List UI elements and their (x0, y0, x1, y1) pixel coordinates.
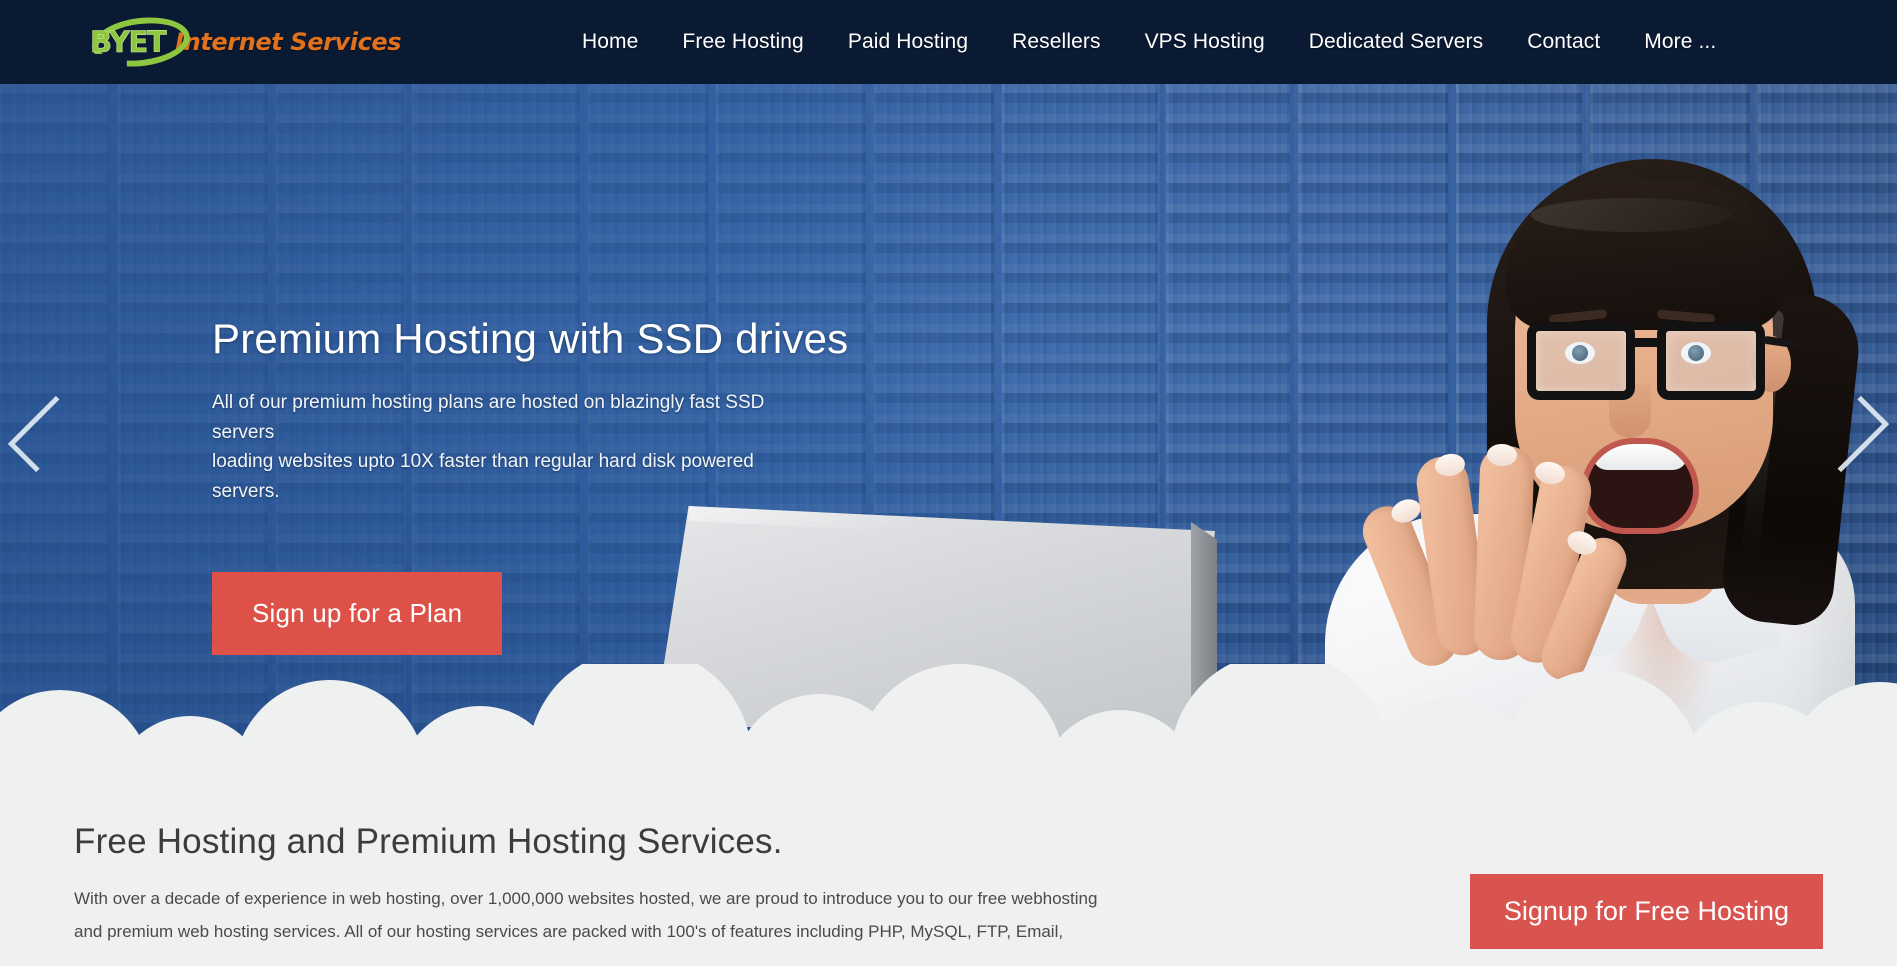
intro-paragraph-line-2: and premium web hosting services. All of… (74, 922, 1064, 942)
site-logo[interactable]: BYET Internet Services (88, 6, 402, 78)
nav-item-paid-hosting[interactable]: Paid Hosting (826, 30, 990, 54)
chevron-left-icon (7, 395, 85, 473)
intro-paragraph-line-1: With over a decade of experience in web … (74, 889, 1098, 908)
glasses-icon (1527, 322, 1798, 406)
byet-logo-icon: BYET (88, 11, 193, 73)
hero-model-photo (1257, 84, 1897, 784)
hero-title: Premium Hosting with SSD drives (212, 315, 849, 362)
nav-item-contact[interactable]: Contact (1505, 30, 1622, 54)
signup-free-hosting-button[interactable]: Signup for Free Hosting (1469, 874, 1823, 949)
nav-item-free-hosting[interactable]: Free Hosting (660, 30, 825, 54)
page-title: Free Hosting and Premium Hosting Service… (74, 822, 783, 861)
nav-item-more[interactable]: More ... (1622, 30, 1738, 54)
nav-item-home[interactable]: Home (560, 30, 660, 54)
nav-item-dedicated-servers[interactable]: Dedicated Servers (1287, 30, 1505, 54)
nav-item-vps-hosting[interactable]: VPS Hosting (1123, 30, 1287, 54)
nav-item-resellers[interactable]: Resellers (990, 30, 1122, 54)
signup-for-plan-button[interactable]: Sign up for a Plan (212, 571, 503, 655)
slider-prev-button[interactable] (7, 386, 85, 482)
main-navigation: Home Free Hosting Paid Hosting Resellers… (560, 0, 1738, 84)
logo-mark-text: BYET (90, 25, 167, 60)
site-header: BYET Internet Services Home Free Hosting… (0, 0, 1897, 84)
main-content: Free Hosting and Premium Hosting Service… (0, 784, 1897, 966)
hero-subtitle-line-2: loading websites upto 10X faster than re… (212, 451, 754, 502)
chevron-right-icon (1812, 395, 1890, 473)
hero-content: Premium Hosting with SSD drives All of o… (212, 315, 1032, 655)
slider-next-button[interactable] (1812, 386, 1890, 482)
hero-subtitle-line-1: All of our premium hosting plans are hos… (212, 392, 765, 443)
hero-slider: Premium Hosting with SSD drives All of o… (0, 84, 1897, 784)
logo-tagline: Internet Services (175, 28, 402, 56)
